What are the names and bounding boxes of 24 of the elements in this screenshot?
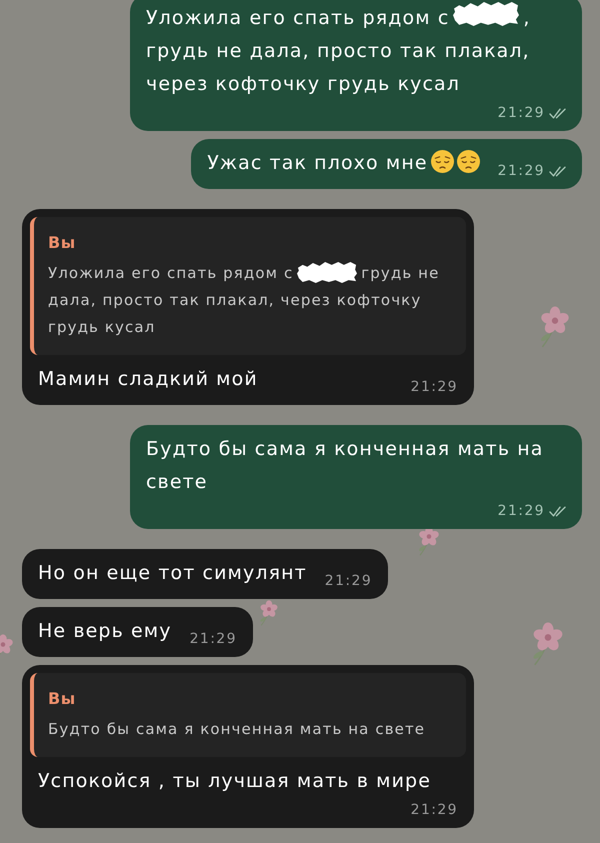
message-text: Успокойся , ты лучшая мать в мире	[38, 769, 431, 794]
sad-face-icon	[456, 150, 480, 173]
message-text: Но он еще тот симулянт	[38, 561, 307, 586]
message-time: 21:29	[324, 573, 372, 590]
message-time: 21:29	[410, 802, 458, 819]
message-text: Уложила его спать рядом с , грудь не дала, просто так плакал, через кофточку грудь кусал	[146, 2, 567, 101]
message-text: Ужас так плохо мне	[207, 147, 480, 180]
quote-text: Будто бы сама я конченная мать на свете	[48, 719, 426, 740]
reply-author: Вы	[48, 688, 77, 710]
message-time: 21:29	[498, 503, 545, 520]
reply-author: Вы	[48, 232, 77, 254]
scribble-icon	[297, 262, 358, 283]
message-time: 21:29	[498, 105, 545, 122]
message-text: Мамин сладкий мой	[38, 367, 258, 392]
scribble-icon	[453, 2, 520, 26]
sad-face-icon	[430, 150, 454, 173]
reply-quote[interactable]: Вы Уложила его спать рядом с грудь не дала, просто так плакал, через кофточку грудь кусал	[30, 217, 466, 355]
reply-quote[interactable]: Вы Будто бы сама я конченная мать на свете	[30, 673, 466, 757]
message-time: 21:29	[190, 631, 237, 648]
message-time: 21:29	[498, 163, 545, 180]
quote-text: Уложила его спать рядом с грудь не дала, просто так плакал, через кофточку грудь кусал	[48, 261, 440, 338]
message-text: Не верь ему	[38, 619, 172, 644]
message-time: 21:29	[410, 379, 458, 396]
message-text: Будто бы сама я конченная мать на свете	[146, 437, 545, 495]
